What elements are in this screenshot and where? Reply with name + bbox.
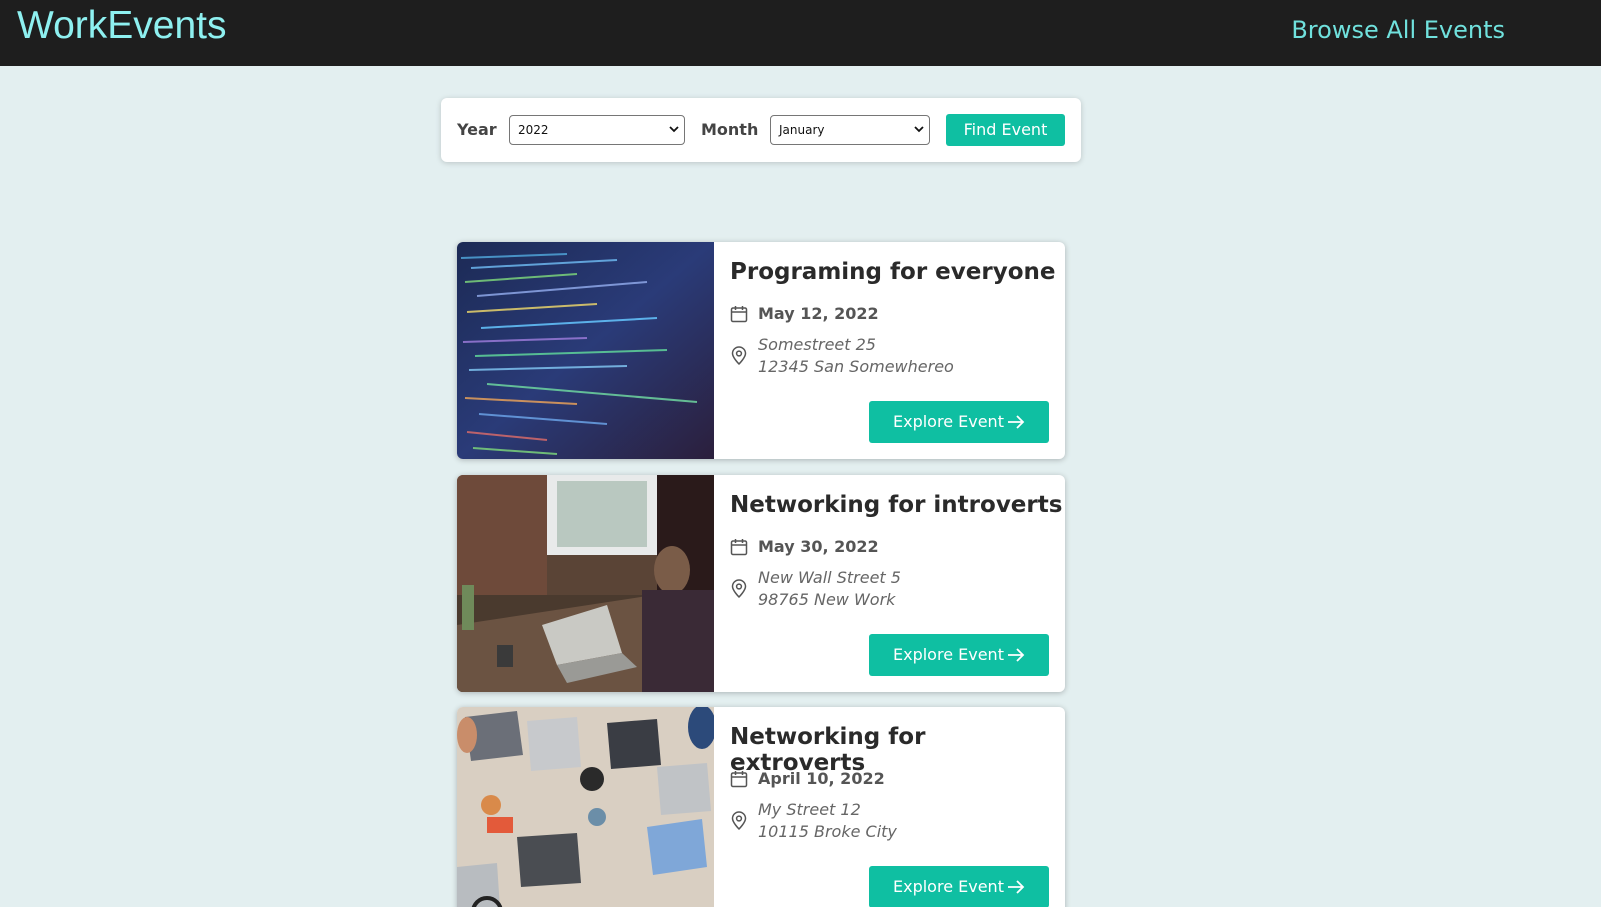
event-image-laptop-desk <box>457 475 714 692</box>
chevron-down-icon <box>914 126 924 133</box>
event-address-line-1: New Wall Street 5 <box>758 568 901 587</box>
event-image-code <box>457 242 714 459</box>
arrow-right-icon <box>1008 415 1025 429</box>
event-card: Networking for introverts May 30, 2022 N… <box>457 475 1065 692</box>
month-label: Month <box>701 120 759 139</box>
arrow-right-icon <box>1008 648 1025 662</box>
event-image-team-table <box>457 707 714 907</box>
year-label: Year <box>457 120 497 139</box>
event-address-line-2: 10115 Broke City <box>758 822 897 841</box>
find-event-button[interactable]: Find Event <box>946 114 1065 146</box>
explore-event-button[interactable]: Explore Event <box>869 866 1049 907</box>
calendar-icon <box>730 539 748 556</box>
event-title: Networking for introverts <box>730 492 1063 518</box>
event-date-text: May 12, 2022 <box>758 304 879 323</box>
explore-event-label: Explore Event <box>893 645 1004 664</box>
arrow-right-icon <box>1008 880 1025 894</box>
calendar-icon <box>730 306 748 323</box>
explore-event-button[interactable]: Explore Event <box>869 634 1049 676</box>
browse-all-events-link[interactable]: Browse All Events <box>1291 16 1505 44</box>
top-navbar: WorkEvents Browse All Events <box>0 0 1601 66</box>
site-logo[interactable]: WorkEvents <box>17 4 227 48</box>
map-pin-icon <box>731 579 747 599</box>
event-address-line-2: 12345 San Somewhereo <box>758 357 954 376</box>
map-pin-icon <box>731 346 747 366</box>
explore-event-button[interactable]: Explore Event <box>869 401 1049 443</box>
year-select[interactable]: 2022 <box>509 115 685 145</box>
event-filter-form: Year 2022 Month January Find Event <box>441 98 1081 162</box>
event-date-text: April 10, 2022 <box>758 769 885 788</box>
explore-event-label: Explore Event <box>893 412 1004 431</box>
event-address-line-2: 98765 New Work <box>758 590 896 609</box>
event-card: Networking for extroverts April 10, 2022… <box>457 707 1065 907</box>
chevron-down-icon <box>669 126 679 133</box>
event-card: Programing for everyone May 12, 2022 Som… <box>457 242 1065 459</box>
map-pin-icon <box>731 811 747 831</box>
explore-event-label: Explore Event <box>893 877 1004 896</box>
event-address-line-1: My Street 12 <box>758 800 861 819</box>
calendar-icon <box>730 771 748 788</box>
year-select-value: 2022 <box>518 123 549 137</box>
event-title: Programing for everyone <box>730 259 1056 285</box>
event-address-line-1: Somestreet 25 <box>758 335 876 354</box>
month-select[interactable]: January <box>770 115 930 145</box>
month-select-value: January <box>779 123 825 137</box>
event-date-text: May 30, 2022 <box>758 537 879 556</box>
